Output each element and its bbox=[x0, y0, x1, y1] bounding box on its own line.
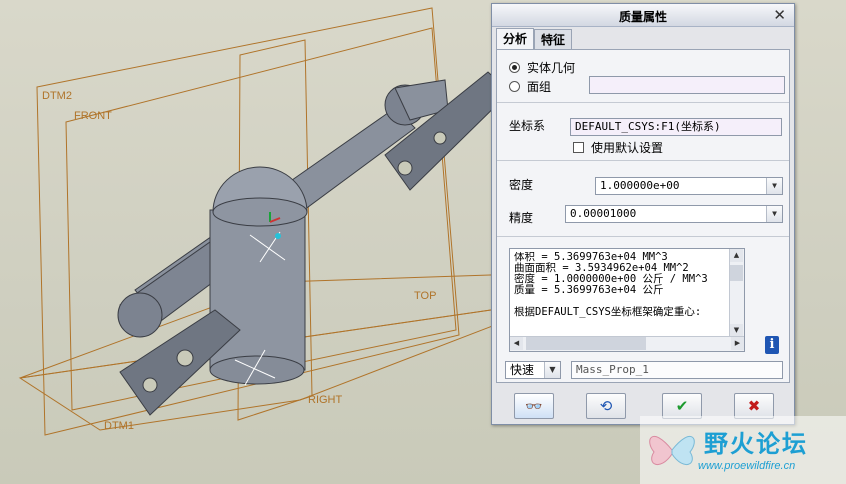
scroll-thumb[interactable] bbox=[526, 337, 646, 350]
results-vertical-scrollbar[interactable]: ▲ ▼ bbox=[729, 249, 744, 337]
dialog-titlebar[interactable]: 质量属性 ✕ bbox=[492, 4, 794, 27]
chevron-down-icon[interactable]: ▼ bbox=[544, 362, 560, 378]
chevron-down-icon[interactable]: ▼ bbox=[766, 206, 782, 222]
density-label: 密度 bbox=[509, 178, 534, 192]
datum-label-right: RIGHT bbox=[308, 394, 343, 406]
accuracy-label: 精度 bbox=[509, 211, 534, 225]
datum-label-front: FRONT bbox=[74, 110, 112, 122]
divider bbox=[497, 236, 789, 237]
info-icon[interactable]: i bbox=[765, 336, 779, 354]
repeat-button[interactable]: ⟲ bbox=[586, 393, 626, 419]
mode-value: 快速 bbox=[510, 363, 535, 377]
watermark: 野火论坛 www.proewildfire.cn bbox=[640, 416, 846, 484]
csys-label: 坐标系 bbox=[509, 119, 546, 133]
datum-label-top: TOP bbox=[414, 290, 437, 302]
scroll-left-icon[interactable]: ◀ bbox=[510, 337, 523, 350]
chevron-down-icon[interactable]: ▼ bbox=[766, 178, 782, 194]
result-line-centroid: 根据DEFAULT_CSYS坐标框架确定重心: bbox=[514, 306, 702, 318]
checkmark-icon: ✔ bbox=[675, 397, 689, 415]
result-line-mass: 质量 = 5.3699763e+04 公斤 bbox=[514, 284, 664, 296]
scroll-thumb[interactable] bbox=[730, 265, 743, 281]
divider bbox=[497, 160, 789, 161]
quilt-label: 面组 bbox=[527, 80, 552, 94]
density-value: 1.000000e+00 bbox=[600, 179, 680, 192]
butterfly-logo-icon bbox=[649, 436, 695, 465]
quilt-selector[interactable] bbox=[589, 76, 785, 94]
density-field[interactable]: 1.000000e+00 ▼ bbox=[595, 177, 783, 195]
scroll-right-icon[interactable]: ▶ bbox=[731, 337, 744, 350]
preview-button[interactable]: 👓 bbox=[514, 393, 554, 419]
use-default-checkbox[interactable] bbox=[573, 142, 584, 153]
csys-selector[interactable]: DEFAULT_CSYS:F1(坐标系) bbox=[570, 118, 782, 136]
x-icon: ✖ bbox=[747, 397, 761, 415]
use-default-label: 使用默认设置 bbox=[591, 141, 664, 155]
results-horizontal-scrollbar[interactable]: ◀ ▶ bbox=[510, 336, 744, 351]
datum-label-dtm2: DTM2 bbox=[42, 90, 72, 102]
feature-name-field[interactable]: Mass_Prop_1 bbox=[571, 361, 783, 379]
refresh-icon: ⟲ bbox=[599, 397, 613, 415]
watermark-name: 野火论坛 bbox=[704, 430, 808, 458]
solid-geometry-label: 实体几何 bbox=[527, 61, 576, 75]
watermark-url: www.proewildfire.cn bbox=[698, 460, 796, 472]
mode-select[interactable]: 快速 ▼ bbox=[505, 361, 561, 379]
accuracy-value: 0.00001000 bbox=[570, 207, 637, 220]
tab-feature[interactable]: 特征 bbox=[534, 29, 573, 49]
scroll-up-icon[interactable]: ▲ bbox=[730, 249, 743, 262]
dialog-title: 质量属性 bbox=[618, 10, 667, 24]
solid-geometry-radio[interactable] bbox=[509, 62, 520, 73]
mass-properties-dialog: 质量属性 ✕ 分析 特征 实体几何 面组 坐标系 DEFAULT_CSYS:F1… bbox=[491, 3, 795, 425]
results-lines: 体积 = 5.3699763e+04 MM^3 曲面面积 = 3.5934962… bbox=[514, 252, 728, 318]
analysis-panel: 实体几何 面组 坐标系 DEFAULT_CSYS:F1(坐标系) 使用默认设置 … bbox=[496, 49, 790, 383]
datum-label-dtm1: DTM1 bbox=[104, 420, 134, 432]
results-textbox[interactable]: 体积 = 5.3699763e+04 MM^3 曲面面积 = 3.5934962… bbox=[509, 248, 745, 352]
tab-analysis[interactable]: 分析 bbox=[496, 28, 535, 50]
glasses-icon: 👓 bbox=[525, 399, 543, 415]
divider bbox=[497, 102, 789, 103]
close-icon[interactable]: ✕ bbox=[773, 6, 786, 24]
accuracy-field[interactable]: 0.00001000 ▼ bbox=[565, 205, 783, 223]
quilt-radio[interactable] bbox=[509, 81, 520, 92]
